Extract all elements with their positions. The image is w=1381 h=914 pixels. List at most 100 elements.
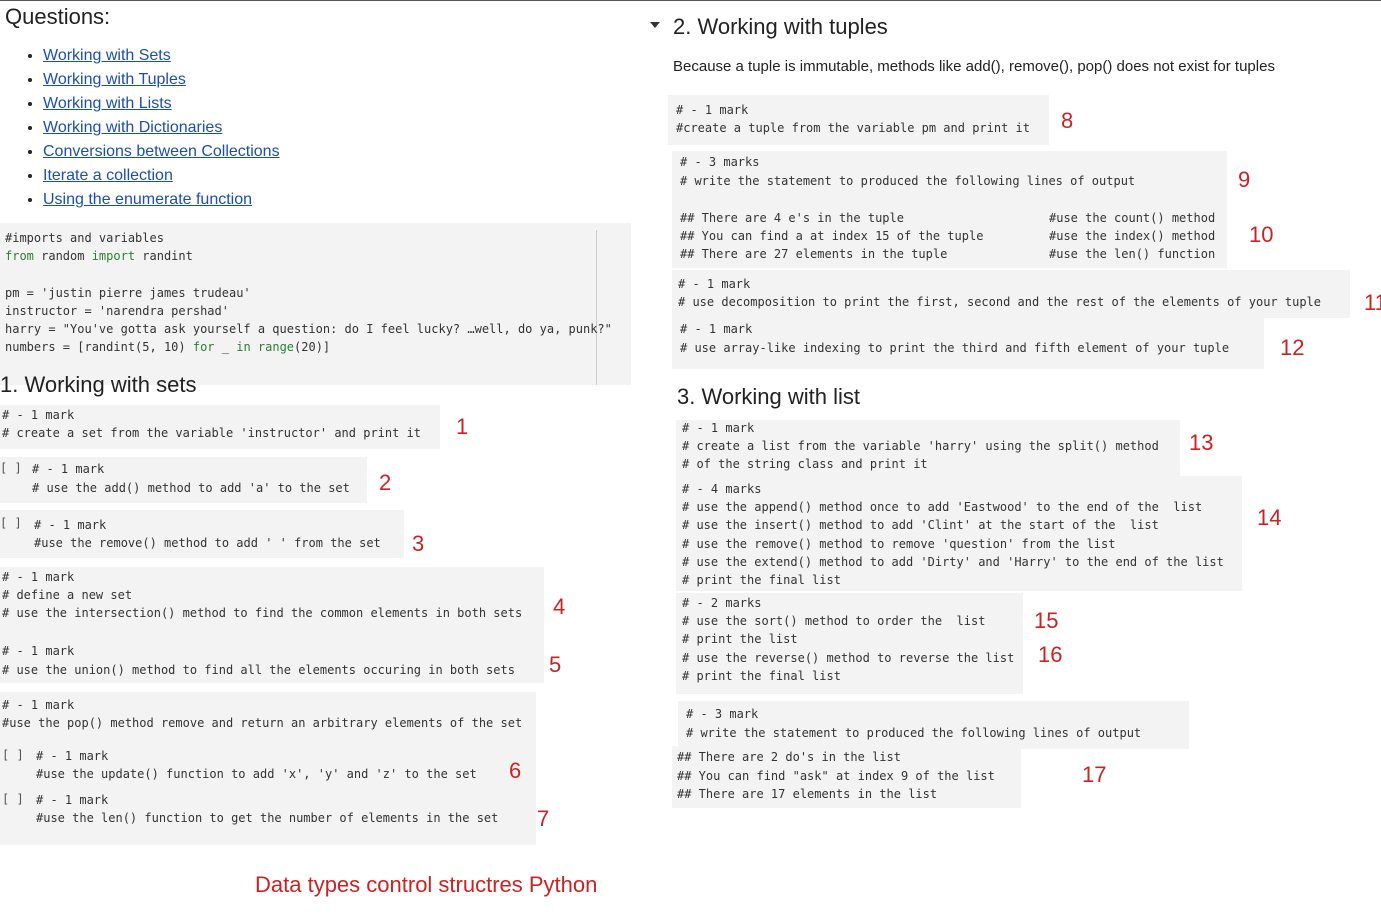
code-line: harry = "You've gotta ask yourself a que… xyxy=(5,322,612,336)
code-line: pm = 'justin pierre james trudeau' xyxy=(5,286,251,300)
code-line: # use decomposition to print the first, … xyxy=(678,295,1321,309)
code-line: ## There are 27 elements in the tuple xyxy=(680,247,948,261)
sets-heading: 1. Working with sets xyxy=(0,372,197,397)
link-iterate[interactable]: Iterate a collection xyxy=(43,167,173,184)
code-line: # - 1 mark xyxy=(678,277,751,291)
annotation-number: 16 xyxy=(1038,642,1063,667)
code-line: instructor = 'narendra pershad' xyxy=(5,304,229,318)
code-line: # - 3 mark xyxy=(686,707,759,721)
tuples-heading: 2. Working with tuples xyxy=(673,14,888,39)
code-line: # use the add() method to add 'a' to the… xyxy=(32,481,350,495)
list-item: Using the enumerate function xyxy=(43,190,280,214)
annotation-number: 11 xyxy=(1364,290,1381,315)
code-line: ## You can find a at index 15 of the tup… xyxy=(680,229,984,243)
code-line: #use the len() function to get the numbe… xyxy=(36,811,499,825)
code-line: # use the sort() method to order the lis… xyxy=(682,614,986,628)
code-line: # - 2 marks xyxy=(682,596,762,610)
code-line: # - 1 mark xyxy=(2,698,75,712)
code-line: # use array-like indexing to print the t… xyxy=(680,341,1230,355)
code-line: ## There are 17 elements in the list xyxy=(677,787,938,801)
code-line: # - 1 mark xyxy=(36,749,109,763)
code-line: # define a new set xyxy=(2,588,133,602)
code-line: # write the statement to produced the fo… xyxy=(686,726,1142,740)
code-line: #use the len() function xyxy=(1049,247,1216,261)
annotation-number: 6 xyxy=(509,758,522,783)
top-border xyxy=(0,0,1381,1)
annotation-number: 9 xyxy=(1238,167,1251,192)
code-line: # - 1 mark xyxy=(36,793,109,807)
list-item: Conversions between Collections xyxy=(43,142,280,166)
code-line: # - 3 marks xyxy=(680,155,760,169)
code-line: #use the update() function to add 'x', '… xyxy=(36,767,477,781)
code-line: # use the remove() method to remove 'que… xyxy=(682,537,1116,551)
code-line: # - 1 mark xyxy=(676,103,749,117)
annotation-number: 7 xyxy=(537,806,550,831)
code-line: # print the final list xyxy=(682,573,841,587)
list-item: Working with Dictionaries xyxy=(43,118,280,142)
code-line: #use the index() method xyxy=(1049,229,1216,243)
code-line: #imports and variables xyxy=(5,231,164,245)
lists-heading: 3. Working with list xyxy=(677,384,860,409)
code-line: # of the string class and print it xyxy=(682,457,928,471)
annotation-number: 14 xyxy=(1257,505,1282,530)
annotation-number: 12 xyxy=(1280,335,1305,360)
annotation-number: 2 xyxy=(379,470,392,495)
cell-bracket: [ ] xyxy=(0,461,22,475)
caption: Data types control structres Python xyxy=(255,872,598,897)
annotation-number: 1 xyxy=(456,414,469,439)
question-links: Working with Sets Working with Tuples Wo… xyxy=(25,46,280,214)
annotation-number: 4 xyxy=(553,594,566,619)
code-line: # print the final list xyxy=(682,669,841,683)
code-line: # - 1 mark xyxy=(34,518,107,532)
code-line: # - 1 mark xyxy=(2,408,75,422)
code-line: #use the remove() method to add ' ' from… xyxy=(34,536,381,550)
annotation-number: 3 xyxy=(412,531,425,556)
code-line: # print the list xyxy=(682,632,798,646)
code-line: # use the intersection() method to find … xyxy=(2,606,523,620)
code-line: # use the union() method to find all the… xyxy=(2,663,515,677)
annotation-number: 8 xyxy=(1061,108,1074,133)
questions-heading: Questions: xyxy=(5,4,111,29)
link-tuples[interactable]: Working with Tuples xyxy=(43,71,186,88)
list-item: Working with Tuples xyxy=(43,70,280,94)
cell-bracket: [ ] xyxy=(2,748,24,762)
code-line: ## There are 4 e's in the tuple xyxy=(680,211,904,225)
code-line: #create a tuple from the variable pm and… xyxy=(676,121,1031,135)
cell-divider xyxy=(596,230,597,385)
code-line: # use the reverse() method to reverse th… xyxy=(682,651,1015,665)
code-line: # - 1 mark xyxy=(2,570,75,584)
link-enumerate[interactable]: Using the enumerate function xyxy=(43,191,252,208)
code-line: # write the statement to produced the fo… xyxy=(680,174,1136,188)
annotation-number: 17 xyxy=(1082,762,1107,787)
annotation-number: 13 xyxy=(1189,430,1214,455)
code-line: #use the count() method xyxy=(1049,211,1216,225)
code-line: # use the extend() method to add 'Dirty'… xyxy=(682,555,1224,569)
code-line: # - 1 mark xyxy=(2,644,75,658)
annotation-number: 10 xyxy=(1249,222,1274,247)
code-line: # use the insert() method to add 'Clint'… xyxy=(682,518,1159,532)
list-item: Iterate a collection xyxy=(43,166,280,190)
code-line: ## There are 2 do's in the list xyxy=(677,750,901,764)
annotation-number: 15 xyxy=(1034,608,1059,633)
cell-bracket: [ ] xyxy=(0,516,22,530)
code-line: # create a list from the variable 'harry… xyxy=(682,439,1159,453)
link-lists[interactable]: Working with Lists xyxy=(43,95,172,112)
code-line: from random import randint xyxy=(5,249,193,263)
annotation-number: 5 xyxy=(549,652,562,677)
code-line: # - 4 marks xyxy=(682,482,762,496)
list-item: Working with Lists xyxy=(43,94,280,118)
code-line: numbers = [randint(5, 10) for _ in range… xyxy=(5,340,331,354)
code-line: ## You can find "ask" at index 9 of the … xyxy=(677,769,995,783)
link-dictionaries[interactable]: Working with Dictionaries xyxy=(43,119,222,136)
code-line: # - 1 mark xyxy=(32,462,105,476)
tuples-note: Because a tuple is immutable, methods li… xyxy=(673,58,1275,75)
link-sets[interactable]: Working with Sets xyxy=(43,47,171,64)
code-line: # - 1 mark xyxy=(682,421,755,435)
collapse-arrow-icon[interactable] xyxy=(650,22,660,28)
code-line: #use the pop() method remove and return … xyxy=(2,716,523,730)
code-line: # create a set from the variable 'instru… xyxy=(2,426,422,440)
cell-bracket: [ ] xyxy=(2,792,24,806)
code-line: # use the append() method once to add 'E… xyxy=(682,500,1203,514)
link-conversions[interactable]: Conversions between Collections xyxy=(43,143,280,160)
code-line: # - 1 mark xyxy=(680,322,753,336)
